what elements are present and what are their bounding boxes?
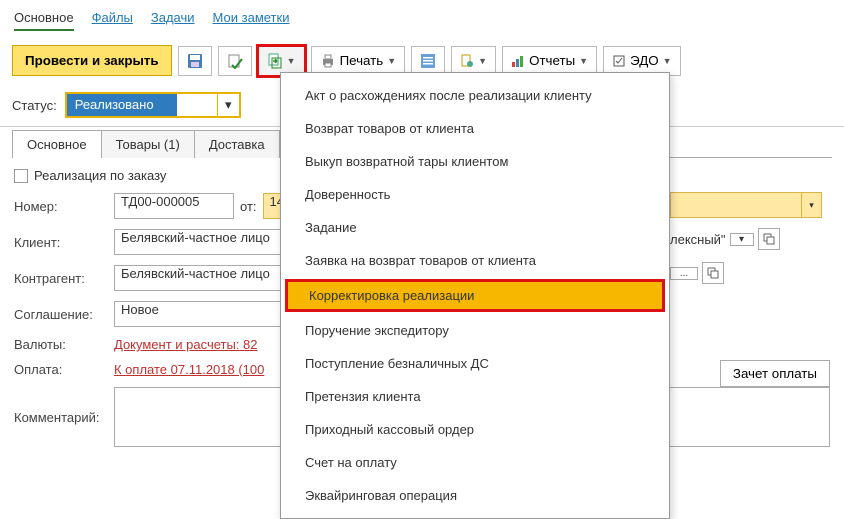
print-button[interactable]: Печать ▼ (311, 46, 406, 76)
list-button[interactable] (411, 46, 445, 76)
chevron-down-icon: ▼ (663, 56, 672, 66)
chevron-down-icon: ▼ (579, 56, 588, 66)
kontr-ellipsis-button[interactable]: ... (670, 267, 698, 280)
pay-label: Оплата: (14, 362, 104, 377)
top-nav: Основное Файлы Задачи Мои заметки (0, 0, 844, 37)
kontr-field[interactable]: Белявский-частное лицо (114, 265, 284, 291)
reports-label: Отчеты (529, 53, 575, 68)
menu-item[interactable]: Выкуп возвратной тары клиентом (281, 145, 669, 178)
status-select[interactable]: Реализовано ▾ (65, 92, 241, 118)
kontr-right: ... (670, 262, 724, 284)
client-right: лексный" ▾ (670, 228, 780, 250)
client-label: Клиент: (14, 235, 104, 250)
post-icon (227, 53, 243, 69)
reports-button[interactable]: Отчеты ▼ (502, 46, 597, 76)
chevron-down-icon: ▼ (387, 56, 396, 66)
floppy-icon (187, 53, 203, 69)
print-label: Печать (340, 53, 384, 68)
status-value: Реализовано (67, 94, 177, 116)
date-right-part[interactable]: ▾ (670, 192, 822, 218)
menu-item[interactable]: Приходный кассовый ордер (281, 413, 669, 446)
list-icon (421, 54, 435, 68)
printer-icon (320, 53, 336, 69)
save-button[interactable] (178, 46, 212, 76)
menu-item[interactable]: Претензия клиента (281, 380, 669, 413)
open-icon[interactable] (758, 228, 780, 250)
menu-item[interactable]: Эквайринговая операция (281, 479, 669, 512)
nav-main[interactable]: Основное (14, 10, 74, 31)
tab-main[interactable]: Основное (12, 130, 102, 158)
post-button[interactable] (218, 46, 252, 76)
val-label: Валюты: (14, 337, 104, 352)
chevron-down-icon: ▼ (287, 56, 296, 66)
status-label: Статус: (12, 98, 57, 113)
menu-item[interactable]: Возврат товаров от клиента (281, 112, 669, 145)
number-label: Номер: (14, 199, 104, 214)
post-and-close-button[interactable]: Провести и закрыть (12, 45, 172, 76)
nav-files[interactable]: Файлы (92, 10, 133, 31)
client-dd-button[interactable]: ▾ (730, 233, 754, 246)
tab-delivery[interactable]: Доставка (194, 130, 280, 158)
create-based-icon (267, 53, 283, 69)
by-order-label: Реализация по заказу (34, 168, 166, 183)
menu-item[interactable]: Поручение экспедитору (281, 314, 669, 347)
client-field[interactable]: Белявский-частное лицо (114, 229, 284, 255)
sogl-label: Соглашение: (14, 307, 104, 322)
tab-goods[interactable]: Товары (1) (101, 130, 195, 158)
open-icon[interactable] (702, 262, 724, 284)
from-label: от: (240, 199, 257, 214)
edo-icon (612, 54, 626, 68)
nav-notes[interactable]: Мои заметки (213, 10, 290, 31)
menu-item[interactable]: Заявка на возврат товаров от клиента (281, 244, 669, 277)
menu-item-correction[interactable]: Корректировка реализации (285, 279, 665, 312)
by-order-checkbox[interactable] (14, 169, 28, 183)
create-based-on-menu: Акт о расхождениях после реализации клие… (280, 72, 670, 519)
files-button[interactable]: ▼ (451, 46, 496, 76)
menu-item[interactable]: Задание (281, 211, 669, 244)
chevron-down-icon: ▼ (478, 56, 487, 66)
attach-icon (460, 54, 474, 68)
edo-button[interactable]: ЭДО ▼ (603, 46, 680, 76)
client-tail-text: лексный" (670, 232, 726, 247)
number-field[interactable]: ТД00-000005 (114, 193, 234, 219)
offset-payment-button[interactable]: Зачет оплаты (720, 360, 830, 387)
menu-item[interactable]: Счет на оплату (281, 446, 669, 479)
kontr-label: Контрагент: (14, 271, 104, 286)
menu-item[interactable]: Акт о расхождениях после реализации клие… (281, 79, 669, 112)
nav-tasks[interactable]: Задачи (151, 10, 195, 31)
edo-label: ЭДО (630, 53, 659, 68)
create-based-on-button[interactable]: ▼ (258, 46, 305, 76)
menu-item[interactable]: Поступление безналичных ДС (281, 347, 669, 380)
chevron-down-icon[interactable]: ▾ (801, 193, 821, 217)
menu-item[interactable]: Доверенность (281, 178, 669, 211)
chart-icon (511, 54, 525, 68)
chevron-down-icon[interactable]: ▾ (217, 94, 239, 116)
sogl-field[interactable]: Новое (114, 301, 284, 327)
comment-label: Комментарий: (14, 410, 104, 425)
